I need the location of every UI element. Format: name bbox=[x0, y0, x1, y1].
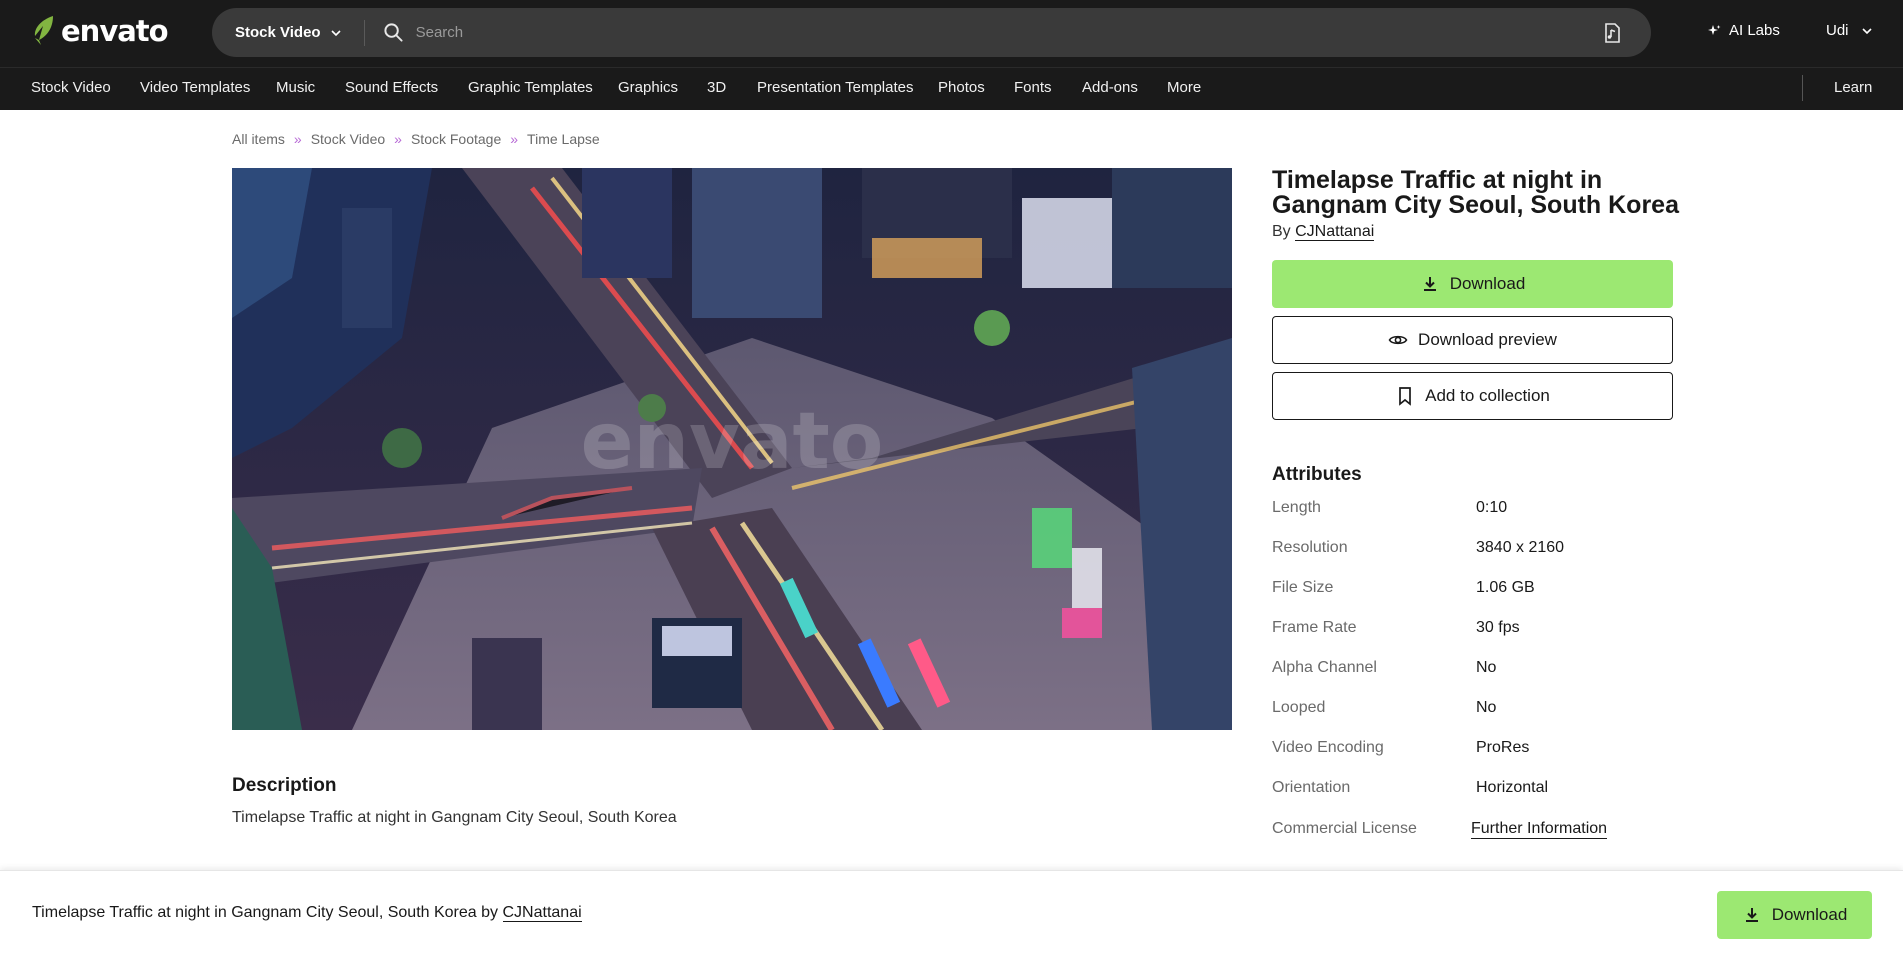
byline-prefix: By bbox=[1272, 223, 1291, 240]
sparkle-icon bbox=[1708, 24, 1721, 35]
attribute-value: 30 fps bbox=[1476, 619, 1520, 636]
breadcrumb-stock-video[interactable]: Stock Video bbox=[311, 131, 385, 147]
attribute-label: Resolution bbox=[1272, 539, 1348, 556]
attribute-row: Video Encoding ProRes bbox=[1272, 739, 1682, 759]
attribute-row: Frame Rate 30 fps bbox=[1272, 619, 1682, 639]
attribute-label: Commercial License bbox=[1272, 820, 1417, 837]
preview-watermark: envato bbox=[581, 397, 884, 487]
download-icon bbox=[1745, 908, 1758, 922]
top-bar: envato Stock Video AI Labs Udi bbox=[0, 0, 1903, 67]
sticky-download-label: Download bbox=[1771, 905, 1848, 924]
attribute-label: Orientation bbox=[1272, 779, 1351, 796]
attribute-row: Looped No bbox=[1272, 699, 1682, 719]
attributes-heading: Attributes bbox=[1272, 464, 1362, 485]
breadcrumb: All items » Stock Video » Stock Footage … bbox=[232, 131, 600, 147]
attribute-row: Resolution 3840 x 2160 bbox=[1272, 539, 1682, 559]
category-nav: Stock Video Video Templates Music Sound … bbox=[0, 67, 1903, 110]
envato-logo[interactable]: envato bbox=[31, 14, 169, 48]
attribute-label: File Size bbox=[1272, 579, 1334, 596]
download-preview-button[interactable]: Download preview bbox=[1272, 316, 1673, 364]
attribute-row: Commercial License Further Information bbox=[1272, 820, 1682, 840]
attribute-value: No bbox=[1476, 659, 1497, 676]
attribute-label: Looped bbox=[1272, 699, 1326, 716]
download-label: Download bbox=[1449, 274, 1526, 293]
bookmark-icon bbox=[1399, 387, 1411, 406]
nav-item-stock-video[interactable]: Stock Video bbox=[31, 79, 111, 96]
nav-item-add-ons[interactable]: Add-ons bbox=[1082, 79, 1138, 96]
ai-labs-link[interactable]: AI Labs bbox=[1707, 22, 1780, 39]
eye-icon bbox=[1388, 335, 1408, 345]
nav-item-graphic-templates[interactable]: Graphic Templates bbox=[468, 79, 593, 96]
search-input[interactable] bbox=[415, 17, 1601, 48]
attribute-row: File Size 1.06 GB bbox=[1272, 579, 1682, 599]
audio-search-icon[interactable] bbox=[1601, 22, 1623, 44]
nav-item-fonts[interactable]: Fonts bbox=[1014, 79, 1052, 96]
breadcrumb-separator-icon: » bbox=[510, 131, 519, 147]
sticky-title: Timelapse Traffic at night in Gangnam Ci… bbox=[32, 904, 582, 922]
nav-item-presentation-templates[interactable]: Presentation Templates bbox=[757, 79, 913, 96]
user-menu[interactable]: Udi bbox=[1826, 22, 1873, 39]
attribute-value: 3840 x 2160 bbox=[1476, 539, 1565, 556]
sticky-by: by bbox=[481, 904, 499, 921]
attribute-value: No bbox=[1476, 699, 1497, 716]
attribute-label: Frame Rate bbox=[1272, 619, 1357, 636]
search-icon bbox=[384, 23, 403, 42]
user-name: Udi bbox=[1826, 22, 1849, 39]
item-title: Timelapse Traffic at night in Gangnam Ci… bbox=[1272, 166, 1679, 219]
nav-item-music[interactable]: Music bbox=[276, 79, 315, 96]
chevron-down-icon bbox=[331, 29, 341, 36]
nav-item-photos[interactable]: Photos bbox=[938, 79, 985, 96]
description-text: Timelapse Traffic at night in Gangnam Ci… bbox=[232, 809, 677, 826]
sticky-author-link[interactable]: CJNattanai bbox=[502, 904, 582, 922]
sticky-item-title: Timelapse Traffic at night in Gangnam Ci… bbox=[32, 904, 477, 921]
search-scope-label: Stock Video bbox=[235, 24, 321, 41]
attribute-value: Horizontal bbox=[1476, 779, 1549, 796]
download-button[interactable]: Download bbox=[1272, 260, 1673, 308]
breadcrumb-separator-icon: » bbox=[293, 131, 302, 147]
sticky-download-bar: Timelapse Traffic at night in Gangnam Ci… bbox=[0, 870, 1903, 953]
chevron-down-icon bbox=[1861, 27, 1872, 34]
add-to-collection-button[interactable]: Add to collection bbox=[1272, 372, 1673, 420]
description-heading: Description bbox=[232, 775, 337, 796]
attribute-value: ProRes bbox=[1476, 739, 1530, 756]
search-bar: Stock Video bbox=[212, 8, 1651, 57]
breadcrumb-time-lapse[interactable]: Time Lapse bbox=[527, 131, 600, 147]
add-to-collection-label: Add to collection bbox=[1425, 386, 1550, 405]
video-preview[interactable]: envato bbox=[232, 168, 1232, 730]
nav-item-graphics[interactable]: Graphics bbox=[618, 79, 678, 96]
nav-item-more[interactable]: More bbox=[1167, 79, 1201, 96]
author-link[interactable]: CJNattanai bbox=[1295, 223, 1375, 241]
attribute-label: Video Encoding bbox=[1272, 739, 1384, 756]
breadcrumb-stock-footage[interactable]: Stock Footage bbox=[411, 131, 501, 147]
attribute-value: 0:10 bbox=[1476, 499, 1508, 516]
attribute-row: Orientation Horizontal bbox=[1272, 779, 1682, 799]
attribute-row: Alpha Channel No bbox=[1272, 659, 1682, 679]
nav-divider bbox=[1802, 75, 1803, 101]
sticky-download-button[interactable]: Download bbox=[1717, 891, 1872, 939]
breadcrumb-all-items[interactable]: All items bbox=[232, 131, 285, 147]
attribute-label: Alpha Channel bbox=[1272, 659, 1377, 676]
nav-item-3d[interactable]: 3D bbox=[707, 79, 726, 96]
breadcrumb-separator-icon: » bbox=[394, 131, 402, 147]
item-byline: By CJNattanai bbox=[1272, 223, 1375, 241]
download-preview-label: Download preview bbox=[1418, 330, 1557, 349]
logo-text: envato bbox=[61, 14, 169, 48]
attribute-row: Length 0:10 bbox=[1272, 499, 1682, 519]
further-information-link[interactable]: Further Information bbox=[1471, 820, 1608, 839]
nav-item-video-templates[interactable]: Video Templates bbox=[140, 79, 250, 96]
attribute-label: Length bbox=[1272, 499, 1321, 516]
preview-image: envato bbox=[232, 168, 1232, 730]
download-icon bbox=[1423, 277, 1436, 291]
nav-item-sound-effects[interactable]: Sound Effects bbox=[345, 79, 438, 96]
nav-item-learn[interactable]: Learn bbox=[1834, 79, 1872, 96]
attribute-value: 1.06 GB bbox=[1476, 579, 1535, 596]
search-scope-dropdown[interactable]: Stock Video bbox=[212, 19, 365, 46]
envato-leaf-icon bbox=[34, 16, 53, 45]
ai-labs-label: AI Labs bbox=[1729, 22, 1780, 39]
